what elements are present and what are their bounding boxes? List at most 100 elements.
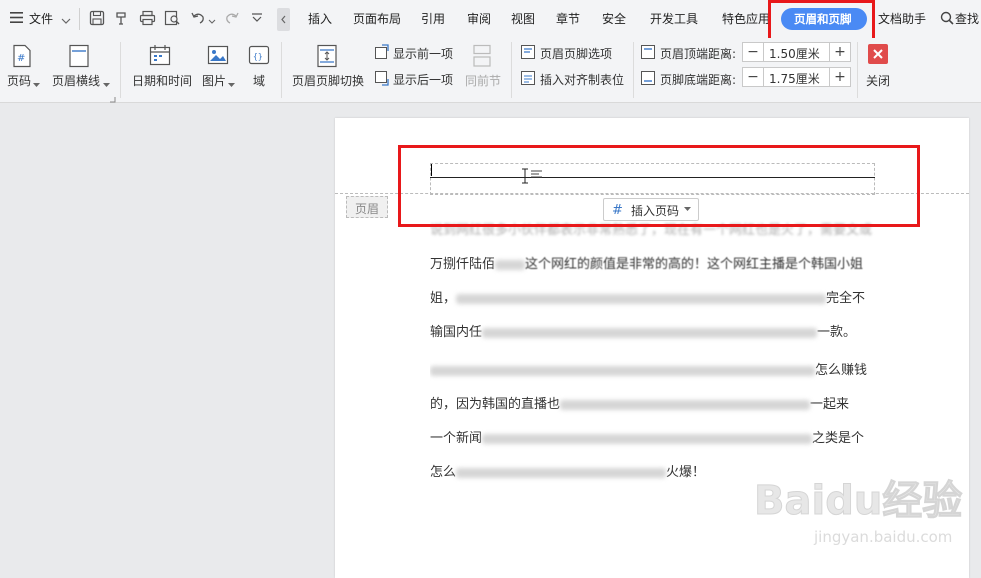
header-footer-options-icon[interactable] [520, 44, 536, 63]
paragraph-text: 万捌仟陆佰 [430, 257, 496, 272]
ribbon-separator [633, 42, 634, 98]
paragraph-text: 之类是个 [812, 431, 865, 446]
text-line: 姐， 完全不 [430, 282, 875, 316]
footer-bottom-distance-icon [640, 70, 656, 89]
menu-divider [79, 8, 80, 30]
header-top-distance-value[interactable]: 1.50厘米 [769, 45, 820, 62]
header-footer-switch-icon[interactable] [316, 44, 338, 68]
show-previous-icon[interactable] [374, 44, 390, 63]
redo-icon[interactable] [224, 10, 240, 29]
decrement-button[interactable]: − [743, 43, 764, 61]
footer-bottom-distance-label: 页脚底端距离: [660, 73, 737, 87]
blurred-text [456, 293, 827, 304]
paragraph-text: 怎么 [430, 465, 457, 480]
baidu-watermark: Baidu经验 jingyan.baidu.com [752, 470, 978, 550]
chevron-down-icon[interactable] [228, 77, 235, 91]
paragraph-text: 一起来 [810, 397, 850, 412]
close-icon[interactable] [868, 44, 888, 64]
increment-button[interactable]: + [829, 43, 850, 61]
tab-references[interactable]: 引用 [421, 10, 445, 27]
header-top-distance-icon [640, 44, 656, 63]
ribbon-separator [511, 42, 512, 98]
footer-bottom-distance-stepper[interactable]: − 1.75厘米 + [742, 67, 851, 87]
header-line-button[interactable]: 页眉横线 [52, 72, 100, 89]
header-tag-label: 页眉 [355, 202, 380, 216]
paragraph-text: 一款。 [817, 325, 857, 340]
insert-align-tab-button[interactable]: 插入对齐制表位 [540, 71, 624, 88]
header-footer-options-button[interactable]: 页眉页脚选项 [540, 45, 612, 62]
decrement-button[interactable]: − [743, 68, 764, 86]
blurred-text [482, 327, 818, 338]
chevron-down-icon[interactable] [208, 14, 216, 28]
date-time-button[interactable]: 日期和时间 [132, 72, 192, 89]
file-menu[interactable]: 文件 [29, 10, 53, 27]
svg-text:#: # [17, 53, 25, 64]
tab-view[interactable]: 视图 [511, 10, 535, 27]
text-line: 万捌仟陆佰 这个网红的颜值是非常的高的！这个网红主播是个韩国小姐 [430, 248, 875, 282]
chevron-down-icon[interactable] [103, 77, 110, 91]
watermark-url: jingyan.baidu.com [813, 528, 952, 546]
close-button[interactable]: 关闭 [866, 72, 890, 89]
footer-bottom-distance-value[interactable]: 1.75厘米 [769, 70, 820, 87]
ribbon-separator [857, 42, 858, 98]
same-as-previous-button[interactable]: 同前节 [465, 72, 501, 89]
field-button[interactable]: 域 [253, 72, 265, 89]
scroll-tabs-left-button[interactable] [277, 8, 290, 31]
tab-developer[interactable]: 开发工具 [650, 10, 698, 27]
header-footer-switch-button[interactable]: 页眉页脚切换 [292, 72, 364, 89]
watermark-brand: Baidu经验 [754, 478, 962, 524]
align-tab-icon[interactable] [520, 70, 536, 89]
print-icon[interactable] [139, 10, 156, 29]
chevron-down-icon[interactable] [33, 77, 40, 91]
header-tag: 页眉 [346, 196, 388, 218]
highlight-box-tab [768, 0, 875, 41]
paragraph-text: 姐， [430, 291, 457, 306]
paragraph-text: 完全不 [826, 291, 866, 306]
paragraph-text: 火爆！ [666, 465, 706, 480]
page-number-button[interactable]: 页码 [7, 72, 31, 89]
paragraph-text: 这个网红的颜值是非常的高的！这个网红主播是个韩国小姐 [525, 257, 864, 272]
customize-toolbar-icon[interactable] [251, 12, 263, 26]
text-line: 输国内任 一款。 [430, 316, 875, 350]
search-icon[interactable] [940, 11, 954, 28]
text-line: 一个新闻 之类是个 [430, 422, 875, 456]
same-as-previous-icon[interactable] [472, 44, 494, 67]
show-previous-button[interactable]: 显示前一项 [393, 45, 453, 62]
tab-document-assistant[interactable]: 文档助手 [878, 10, 926, 27]
tab-insert[interactable]: 插入 [308, 10, 332, 27]
chevron-down-icon[interactable] [61, 14, 71, 28]
increment-button[interactable]: + [829, 68, 850, 86]
svg-text:{}: {} [253, 52, 263, 61]
header-top-distance-stepper[interactable]: − 1.50厘米 + [742, 42, 851, 62]
highlight-box-header [398, 145, 920, 227]
print-preview-icon[interactable] [164, 10, 181, 29]
ribbon-separator [281, 42, 282, 98]
paragraph-text: 怎么赚钱 [815, 363, 868, 378]
blurred-text [430, 365, 815, 376]
search-label[interactable]: 查找 [955, 10, 979, 27]
text-line: 怎么赚钱 [430, 354, 875, 388]
show-next-button[interactable]: 显示后一项 [393, 71, 453, 88]
tab-special-apps[interactable]: 特色应用 [722, 10, 770, 27]
calendar-icon[interactable] [149, 44, 171, 66]
tab-security[interactable]: 安全 [602, 10, 626, 27]
format-painter-icon[interactable] [114, 10, 130, 29]
picture-icon[interactable] [207, 44, 229, 66]
blurred-text [482, 433, 813, 444]
blurred-text [456, 467, 667, 478]
page-number-icon[interactable]: # [11, 44, 33, 68]
save-icon[interactable] [89, 10, 105, 29]
show-next-icon[interactable] [374, 70, 390, 89]
paragraph-text: 的，因为韩国的直播也 [430, 397, 561, 412]
picture-button[interactable]: 图片 [202, 72, 226, 89]
field-icon[interactable]: {} [248, 44, 270, 66]
undo-icon[interactable] [190, 10, 206, 29]
paragraph-1[interactable]: 说到网红很多小伙伴都表示非常熟悉了，现在有一个网红也是火了，需要文或 万捌仟陆佰… [430, 214, 875, 350]
tab-review[interactable]: 审阅 [467, 10, 491, 27]
tab-chapter[interactable]: 章节 [556, 10, 580, 27]
group-launcher-icon[interactable] [110, 92, 116, 106]
blurred-text [495, 259, 526, 270]
tab-page-layout[interactable]: 页面布局 [353, 10, 401, 27]
header-line-icon[interactable] [68, 44, 90, 68]
hamburger-menu-icon[interactable] [10, 12, 23, 23]
